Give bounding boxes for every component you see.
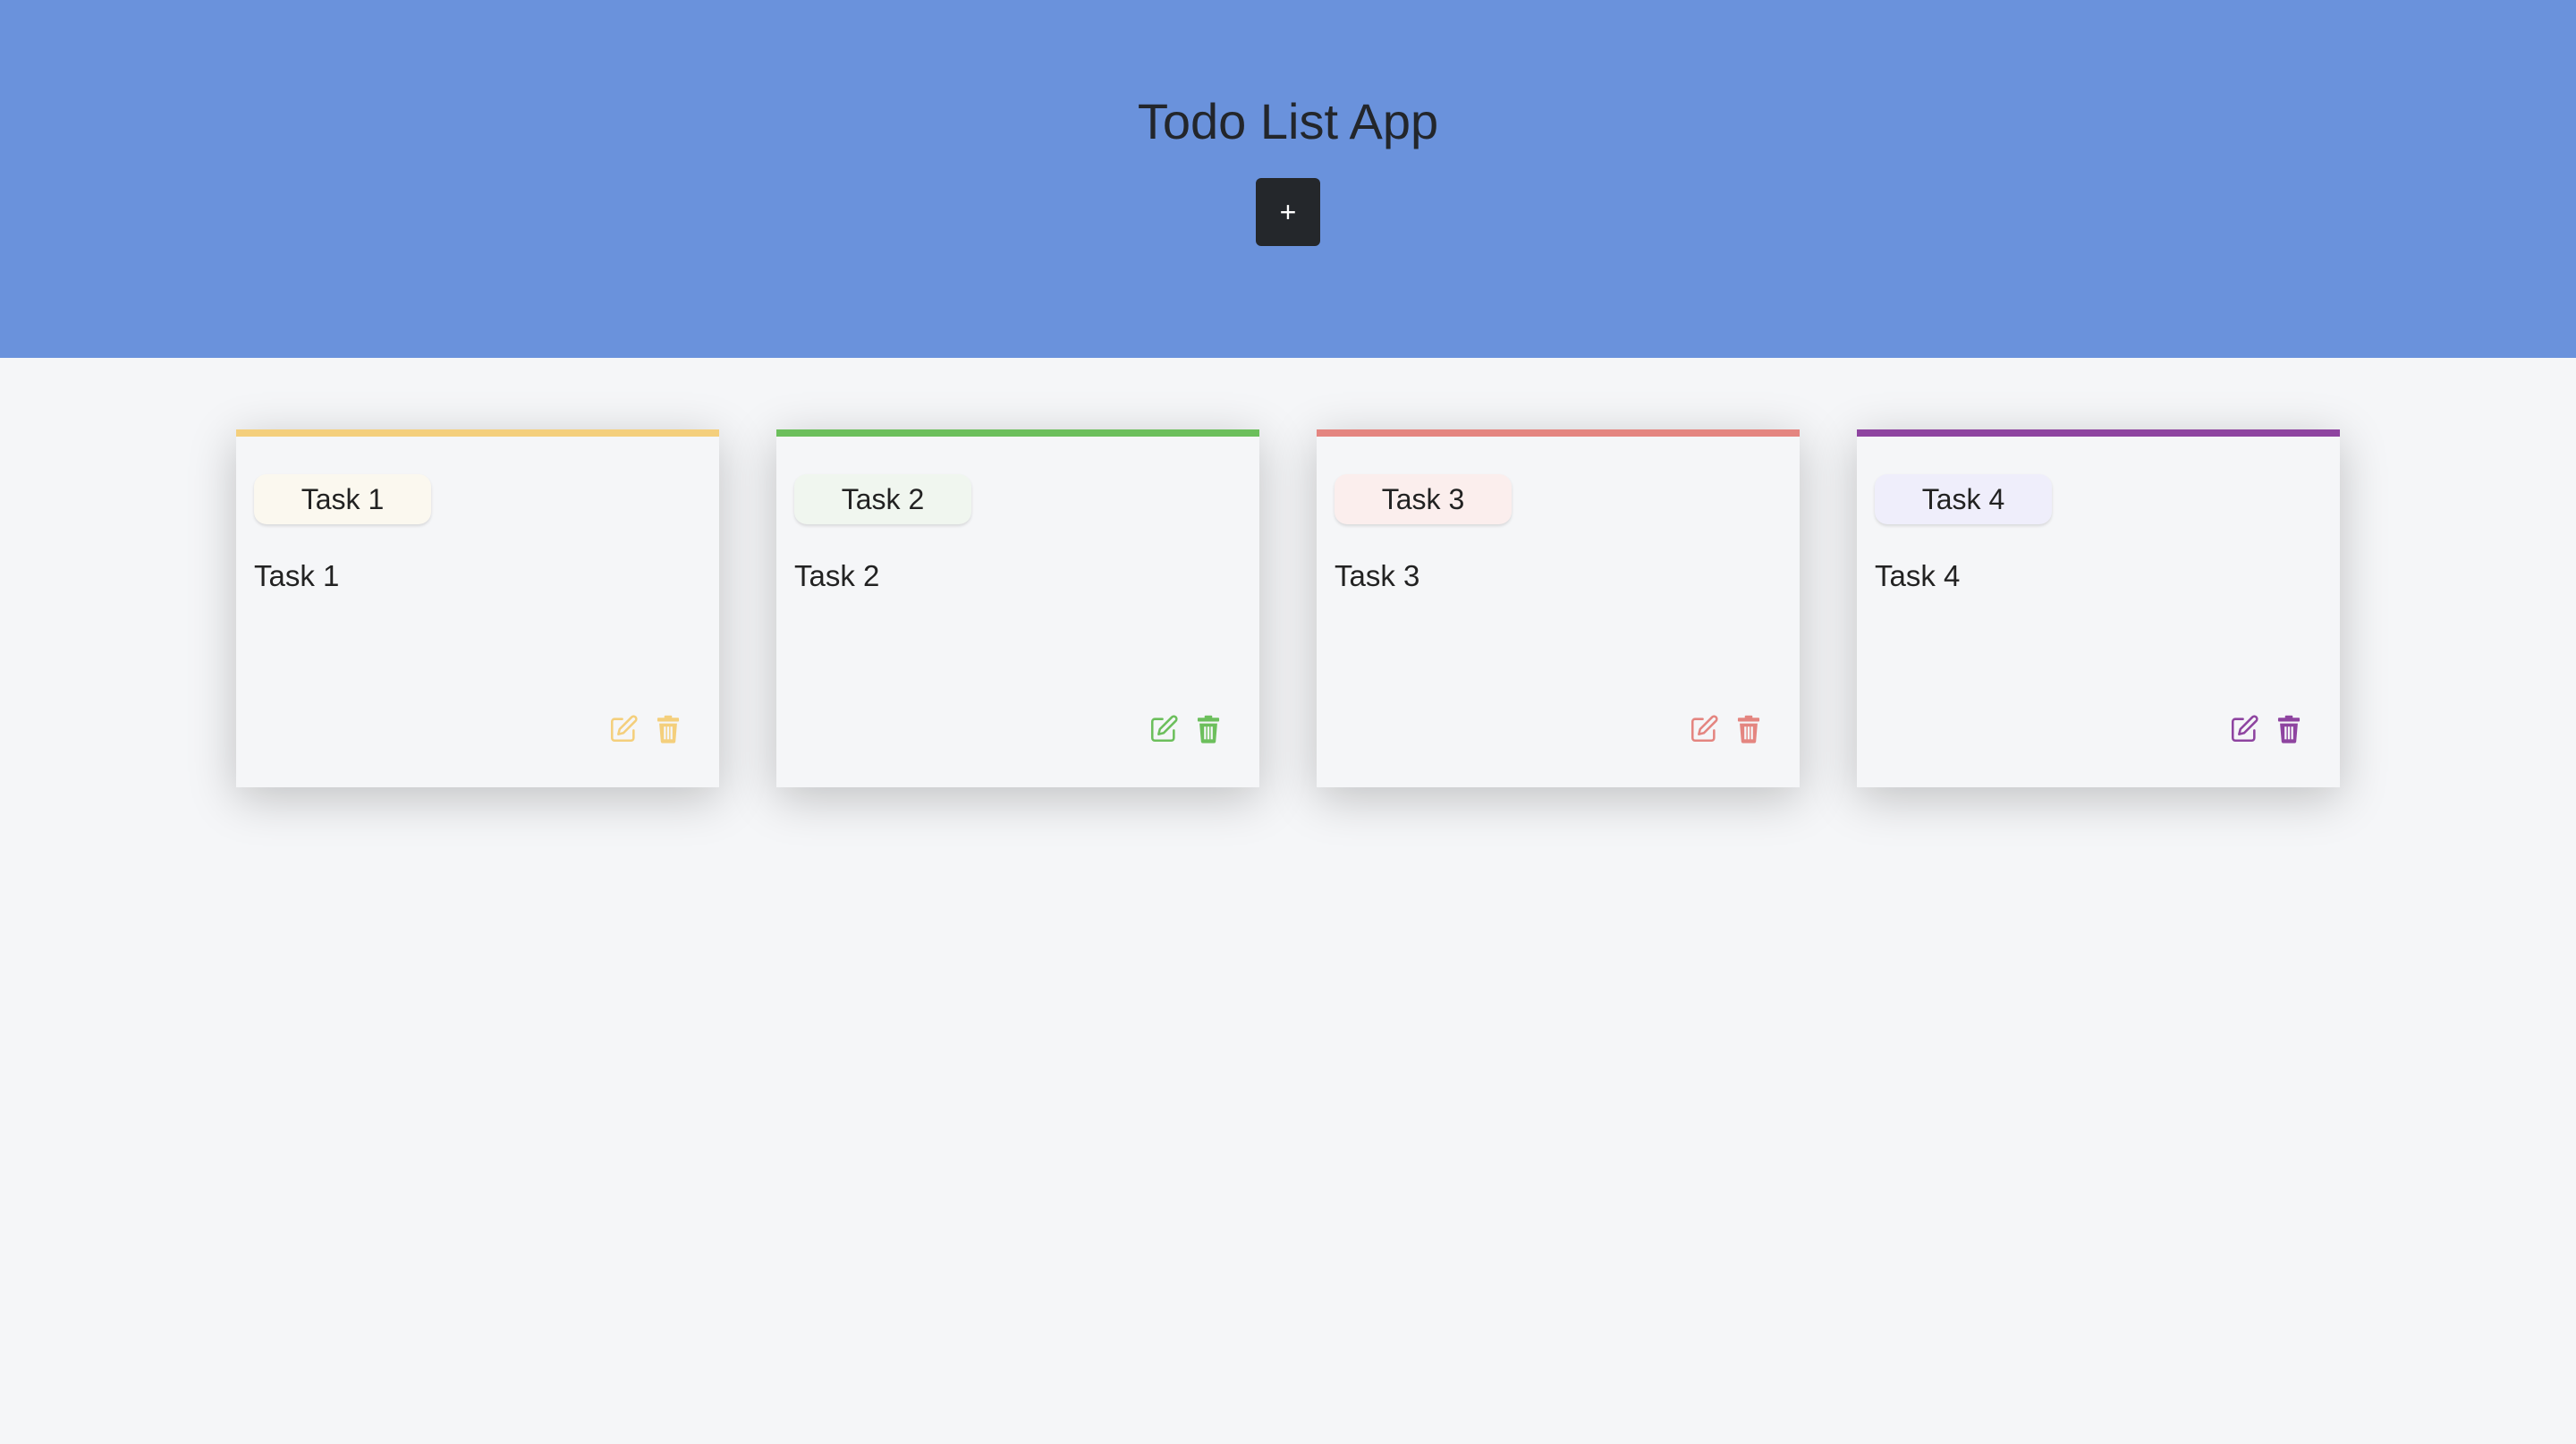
card-actions (606, 712, 685, 746)
task-tag: Task 4 (1875, 474, 2052, 524)
card-accent-bar (776, 429, 1259, 437)
trash-icon[interactable] (651, 712, 685, 746)
task-text: Task 2 (794, 559, 880, 592)
task-tag: Task 1 (254, 474, 431, 524)
trash-icon[interactable] (2272, 712, 2306, 746)
task-tag: Task 3 (1335, 474, 1512, 524)
task-card: Task 1 Task 1 (236, 429, 719, 787)
app-header: Todo List App + (0, 0, 2576, 358)
card-accent-bar (236, 429, 719, 437)
task-tag: Task 2 (794, 474, 971, 524)
card-actions (1687, 712, 1766, 746)
edit-icon[interactable] (1687, 712, 1721, 746)
task-text: Task 3 (1335, 559, 1420, 592)
task-text: Task 4 (1875, 559, 1961, 592)
task-text: Task 1 (254, 559, 340, 592)
trash-icon[interactable] (1732, 712, 1766, 746)
page-title: Todo List App (1137, 93, 1439, 149)
edit-icon[interactable] (1147, 712, 1181, 746)
edit-icon[interactable] (2227, 712, 2261, 746)
card-accent-bar (1317, 429, 1800, 437)
trash-icon[interactable] (1191, 712, 1225, 746)
task-card: Task 2 Task 2 (776, 429, 1259, 787)
card-accent-bar (1857, 429, 2340, 437)
card-actions (1147, 712, 1225, 746)
edit-icon[interactable] (606, 712, 640, 746)
add-task-button[interactable]: + (1256, 178, 1320, 246)
task-card: Task 3 Task 3 (1317, 429, 1800, 787)
task-card: Task 4 Task 4 (1857, 429, 2340, 787)
card-actions (2227, 712, 2306, 746)
